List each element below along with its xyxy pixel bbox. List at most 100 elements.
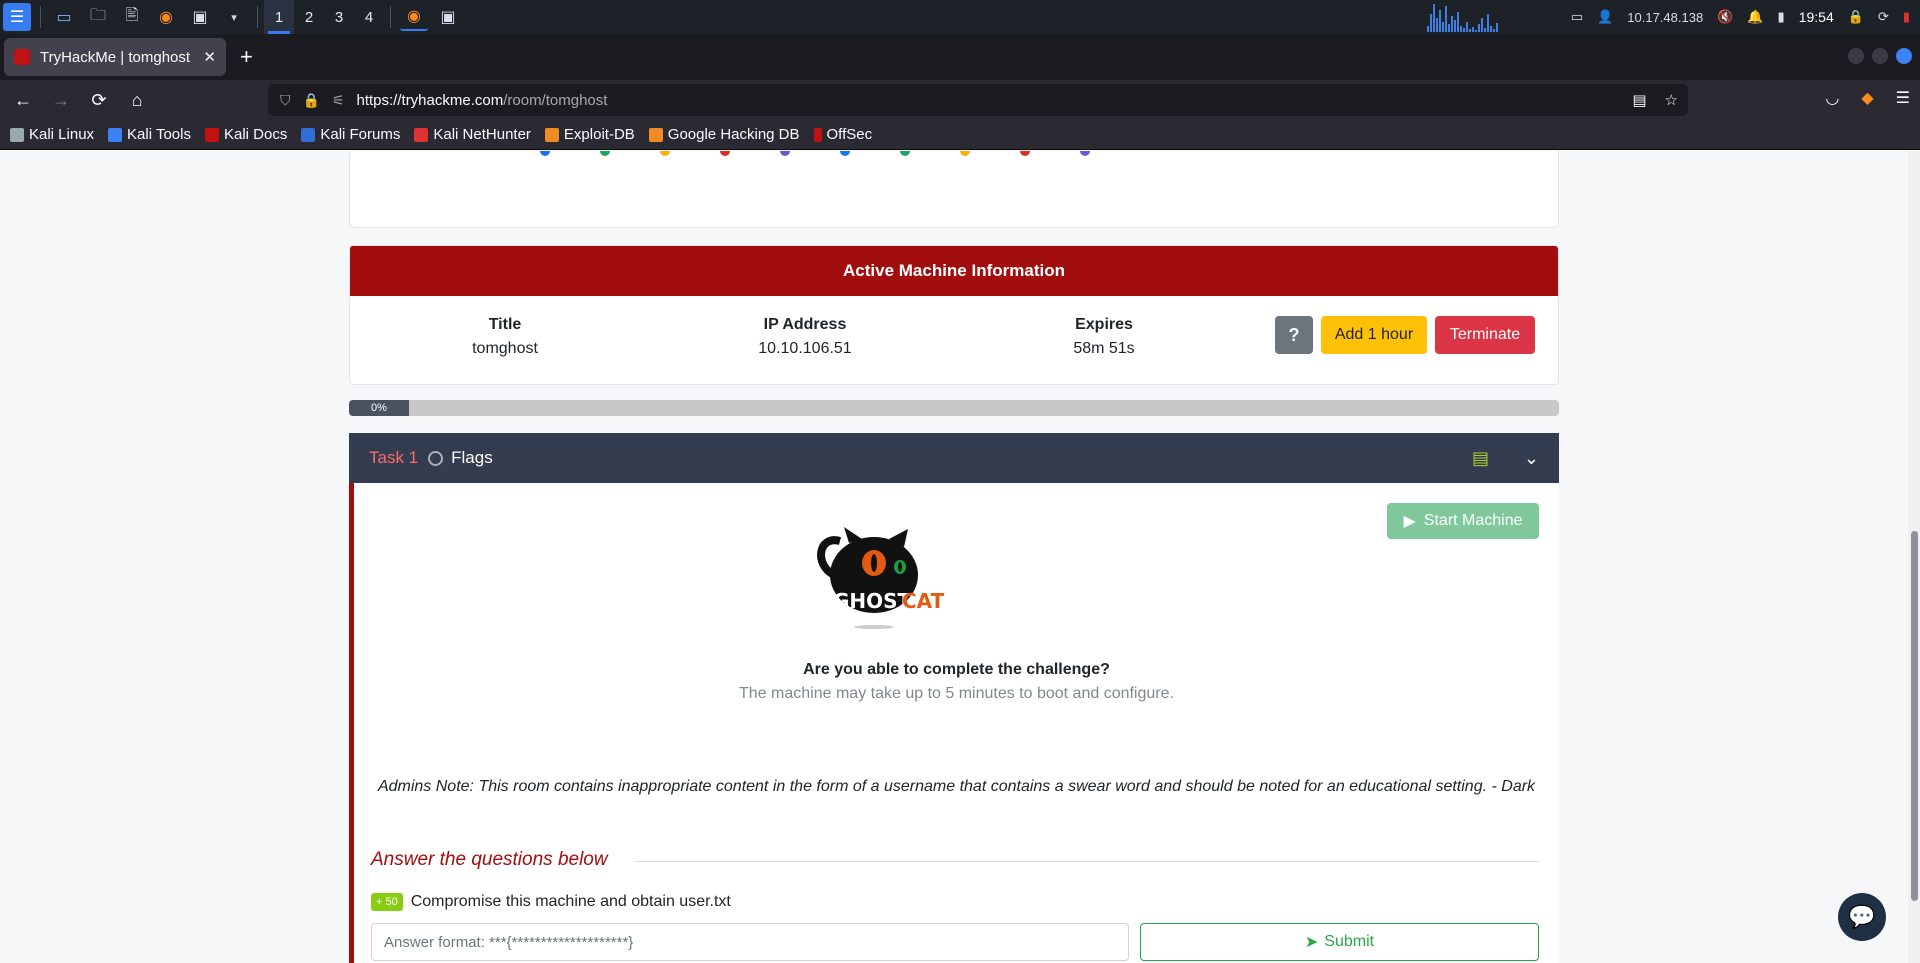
- workspace-2[interactable]: 2: [294, 0, 324, 34]
- bookmark-label: Kali Docs: [223, 126, 288, 143]
- vpn-user-icon: 👤: [1597, 9, 1614, 24]
- bookmarks-bar: Kali Linux Kali Tools Kali Docs Kali For…: [0, 120, 1920, 150]
- network-graph: [1426, 2, 1557, 32]
- question-text: Compromise this machine and obtain user.…: [410, 893, 731, 910]
- home-icon[interactable]: ⌂: [122, 85, 152, 115]
- start-machine-button[interactable]: ▶ Start Machine: [1387, 503, 1539, 539]
- battery-icon[interactable]: ▮: [1778, 9, 1785, 25]
- firefox-icon[interactable]: ◉: [152, 3, 180, 31]
- maximize-icon[interactable]: [1872, 48, 1888, 64]
- notification-bell-icon[interactable]: 🔔: [1747, 9, 1763, 25]
- power-icon[interactable]: ▮: [1903, 9, 1910, 25]
- bookmark-label: Kali Tools: [127, 126, 191, 143]
- send-icon: ➤: [1304, 934, 1319, 951]
- divider: [257, 6, 258, 28]
- firefox-window-icon[interactable]: ◉: [400, 3, 428, 31]
- reader-mode-icon[interactable]: ▤: [1632, 91, 1646, 109]
- play-icon: ▶: [1403, 513, 1416, 530]
- bookmark-offsec[interactable]: OffSec: [813, 126, 872, 143]
- points-badge: + 50: [371, 893, 403, 911]
- mute-icon[interactable]: 🔇: [1717, 9, 1733, 25]
- bookmark-kali-tools[interactable]: Kali Tools: [108, 126, 191, 143]
- tryhackme-favicon-icon: [14, 49, 30, 65]
- scrollbar-thumb[interactable]: [1911, 531, 1918, 901]
- kali-docs-icon: [204, 127, 219, 142]
- kali-forums-icon: [301, 127, 316, 142]
- file-manager-icon[interactable]: 🗀: [84, 3, 112, 31]
- refresh-icon[interactable]: ⟳: [1878, 9, 1889, 25]
- bookmark-kali-forums[interactable]: Kali Forums: [301, 126, 400, 143]
- bookmark-kali-docs[interactable]: Kali Docs: [204, 126, 288, 143]
- permissions-icon[interactable]: ⚟: [332, 92, 345, 109]
- logo-text-cat: CAT: [902, 589, 945, 613]
- submit-label: Submit: [1324, 933, 1375, 950]
- task-title: Flags: [451, 448, 493, 467]
- chat-support-icon[interactable]: 💬: [1838, 893, 1886, 941]
- lock-icon[interactable]: 🔒: [1848, 9, 1864, 25]
- bookmark-label: Google Hacking DB: [667, 126, 800, 143]
- back-icon[interactable]: ←: [8, 85, 38, 115]
- machine-ip-value[interactable]: 10.10.106.51: [705, 340, 905, 358]
- add-hour-button[interactable]: Add 1 hour: [1321, 316, 1427, 354]
- browser-tab-strip: TryHackMe | tomghost ✕ +: [0, 34, 1920, 80]
- exploit-db-icon: [544, 127, 559, 142]
- answer-heading: Answer the questions below: [371, 849, 608, 870]
- menu-icon[interactable]: ☰: [1896, 88, 1910, 108]
- machine-title: Title tomghost: [405, 316, 605, 358]
- machine-title-value: tomghost: [472, 340, 538, 357]
- terminate-button[interactable]: Terminate: [1435, 316, 1535, 354]
- kali-menu-icon[interactable]: ☰: [3, 3, 31, 31]
- shield-icon[interactable]: ⛉: [280, 92, 291, 109]
- chevron-down-icon[interactable]: ▾: [220, 3, 248, 31]
- page-scrollbar[interactable]: [1908, 151, 1920, 963]
- bookmark-kali-linux[interactable]: Kali Linux: [10, 126, 94, 143]
- progress-fill: 0%: [349, 400, 409, 416]
- clock[interactable]: 19:54: [1799, 9, 1834, 25]
- text-editor-icon[interactable]: 🖹: [118, 3, 146, 31]
- machine-ip: IP Address 10.10.106.51: [705, 316, 905, 358]
- close-window-icon[interactable]: [1896, 48, 1912, 64]
- bookmark-google-hacking-db[interactable]: Google Hacking DB: [648, 126, 800, 143]
- task-number: Task 1: [369, 448, 419, 467]
- machine-expires-label: Expires: [1075, 316, 1133, 333]
- minimize-icon[interactable]: [1848, 48, 1864, 64]
- ghostcat-logo: GHOST CAT: [817, 527, 945, 629]
- ip-address-label: 10.17.48.138: [1627, 9, 1704, 25]
- bookmark-label: Kali NetHunter: [433, 126, 531, 143]
- system-taskbar: ☰ ▭ 🗀 🖹 ◉ ▣ ▾ 1 2 3 4 ◉ ▣ ▭ 👤 10.17.48.1…: [0, 0, 1920, 34]
- room-progress-bar: 0%: [349, 400, 1559, 416]
- tab-tryhackme[interactable]: TryHackMe | tomghost ✕: [4, 38, 226, 76]
- machine-title-label: Title: [488, 316, 522, 333]
- active-machine-header: Active Machine Information: [350, 246, 1558, 296]
- bookmark-star-icon[interactable]: ☆: [1665, 91, 1678, 109]
- display-icon[interactable]: ▭: [1571, 9, 1583, 25]
- bookmark-kali-nethunter[interactable]: Kali NetHunter: [414, 126, 531, 143]
- terminal-window-icon[interactable]: ▣: [434, 3, 462, 31]
- task-list-icon[interactable]: ▤: [1472, 448, 1489, 469]
- workspace-3[interactable]: 3: [324, 0, 354, 34]
- question-row: + 50 Compromise this machine and obtain …: [371, 893, 731, 911]
- chevron-down-icon[interactable]: ⌄: [1524, 448, 1539, 469]
- url-bar[interactable]: ⛉ 🔒 ⚟ https://tryhackme.com/room/tomghos…: [268, 84, 1688, 116]
- task-1-header[interactable]: Task 1 Flags ▤ ⌄: [349, 433, 1559, 483]
- forward-icon[interactable]: →: [46, 85, 76, 115]
- workspace-4[interactable]: 4: [354, 0, 384, 34]
- new-tab-icon[interactable]: +: [240, 44, 253, 70]
- desktop-icon[interactable]: ▭: [50, 3, 78, 31]
- bookmark-exploit-db[interactable]: Exploit-DB: [544, 126, 635, 143]
- submit-button[interactable]: ➤ Submit: [1140, 923, 1539, 961]
- lock-icon[interactable]: 🔒: [303, 92, 320, 109]
- task-status-circle-icon: [428, 450, 444, 466]
- bookmark-label: Exploit-DB: [563, 126, 635, 143]
- pocket-icon[interactable]: ◡: [1825, 88, 1839, 108]
- extension-fox-icon[interactable]: ◆: [1861, 88, 1873, 108]
- help-button[interactable]: ?: [1275, 316, 1313, 354]
- machine-ip-label: IP Address: [763, 316, 847, 333]
- active-machine-card: Active Machine Information Title tomghos…: [349, 245, 1559, 385]
- reload-icon[interactable]: ⟳: [84, 85, 114, 115]
- close-tab-icon[interactable]: ✕: [203, 48, 216, 66]
- terminal-icon[interactable]: ▣: [186, 3, 214, 31]
- workspace-1[interactable]: 1: [264, 0, 294, 34]
- admin-note: Admins Note: This room contains inapprop…: [377, 778, 1536, 795]
- answer-input[interactable]: Answer format: ***{********************}: [371, 923, 1129, 961]
